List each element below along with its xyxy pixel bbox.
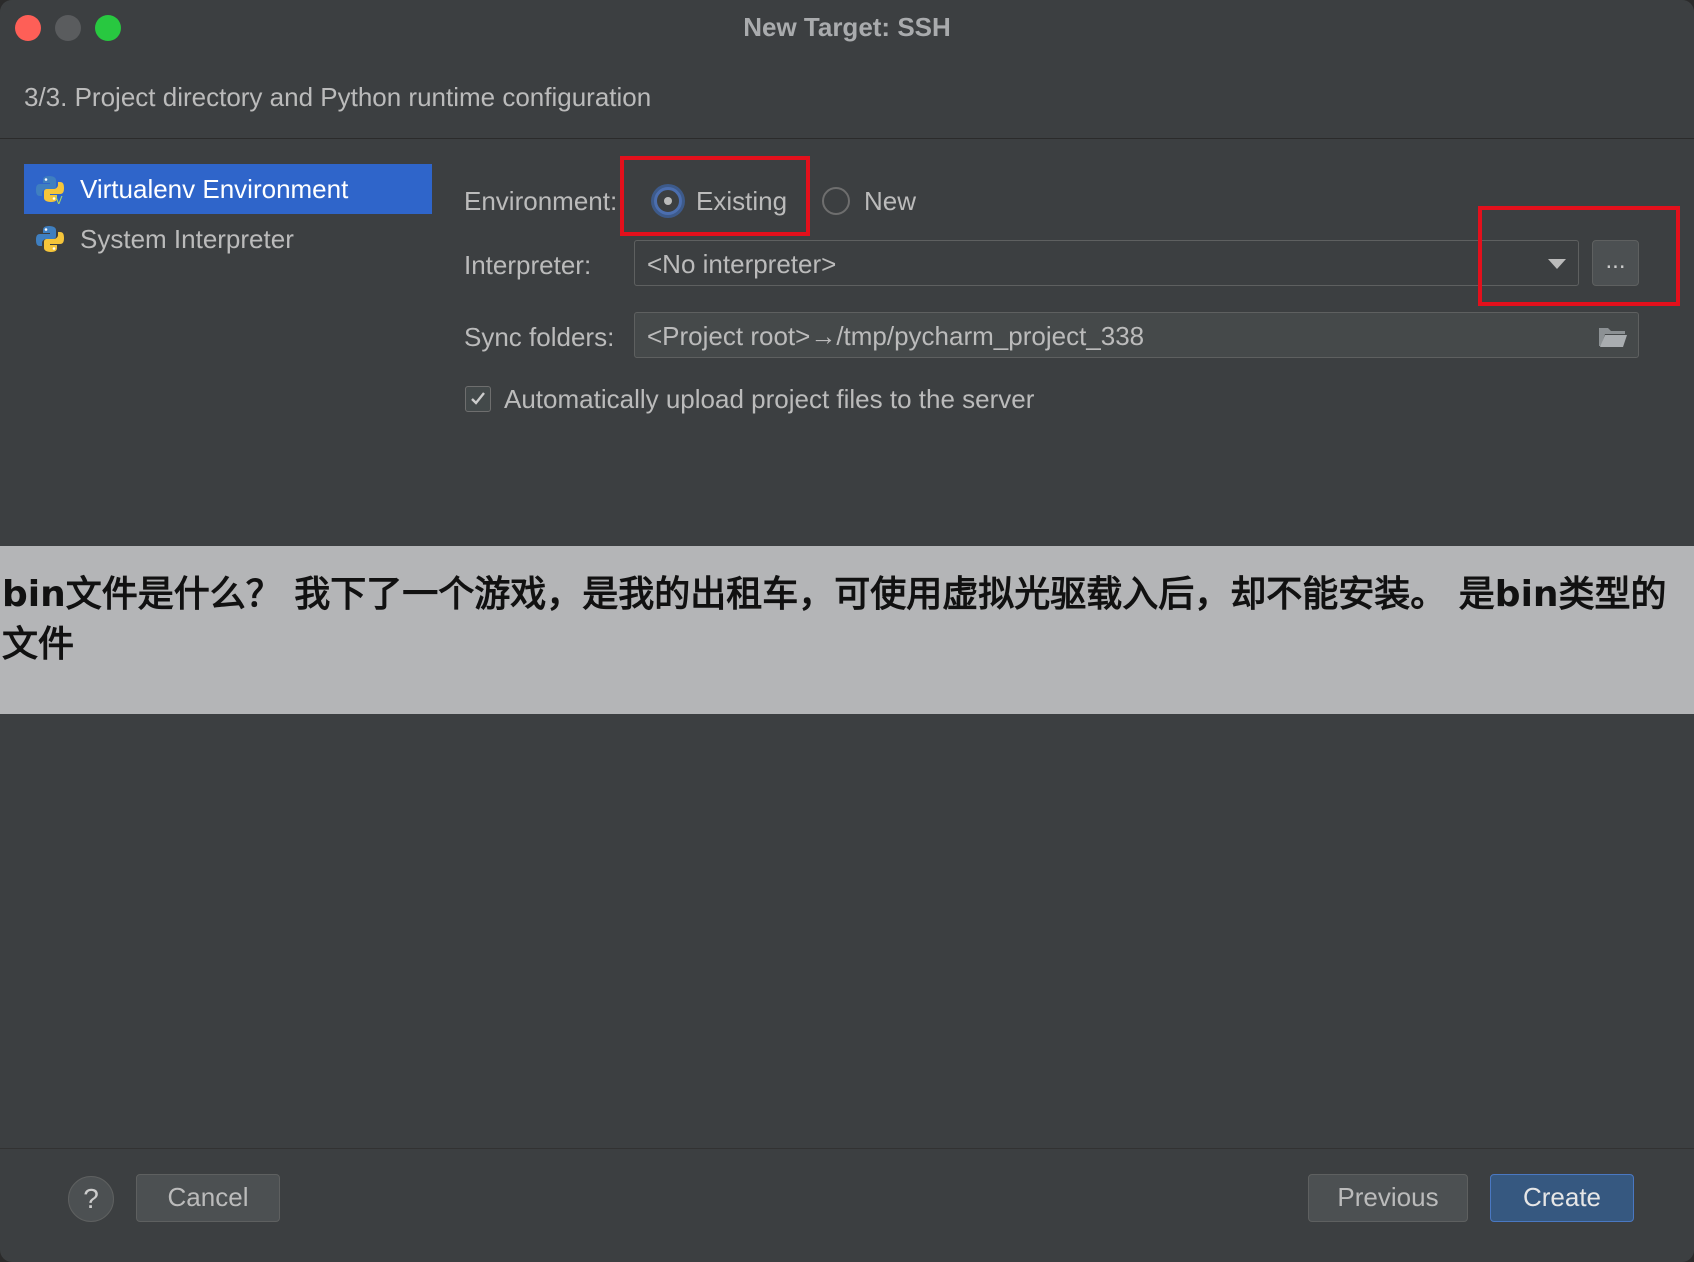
create-button[interactable]: Create	[1490, 1174, 1634, 1222]
python-icon	[36, 226, 64, 252]
interpreter-value: <No interpreter>	[647, 249, 837, 279]
title-bar: New Target: SSH	[0, 0, 1694, 56]
sync-folders-label: Sync folders:	[464, 322, 615, 352]
footer-divider	[0, 1148, 1694, 1149]
new-radio-label[interactable]: New	[864, 186, 916, 217]
environment-type-list: V Virtualenv Environment System Interpre…	[24, 164, 432, 264]
env-item-virtualenv[interactable]: V Virtualenv Environment	[24, 164, 432, 214]
env-item-label: Virtualenv Environment	[80, 173, 349, 204]
interpreter-dropdown[interactable]: <No interpreter>	[634, 240, 1579, 286]
help-button[interactable]: ?	[68, 1176, 114, 1222]
dialog-window: New Target: SSH 3/3. Project directory a…	[0, 0, 1694, 1262]
auto-upload-checkbox[interactable]	[465, 386, 491, 412]
caption-banner: bin文件是什么？ 我下了一个游戏，是我的出租车，可使用虚拟光驱载入后，却不能安…	[0, 546, 1694, 714]
cancel-button[interactable]: Cancel	[136, 1174, 280, 1222]
sync-folders-field[interactable]: <Project root>→/tmp/pycharm_project_338	[634, 312, 1639, 358]
header-divider	[0, 138, 1694, 139]
caption-text: bin文件是什么？ 我下了一个游戏，是我的出租车，可使用虚拟光驱载入后，却不能安…	[2, 570, 1692, 670]
interpreter-label: Interpreter:	[464, 250, 592, 280]
highlight-box-browse	[1478, 206, 1680, 306]
window-title: New Target: SSH	[743, 12, 951, 42]
highlight-box-existing	[620, 156, 810, 236]
new-radio[interactable]	[822, 187, 850, 215]
caption-line: bin文件是什么？ 我下了一个游戏，是我的出租车，可使用虚拟光驱载入后，却不能安…	[2, 574, 1667, 615]
folder-icon[interactable]	[1598, 324, 1628, 348]
env-item-system-interpreter[interactable]: System Interpreter	[24, 214, 432, 264]
auto-upload-label[interactable]: Automatically upload project files to th…	[504, 384, 1034, 415]
environment-label: Environment:	[464, 186, 618, 216]
checkmark-icon	[471, 392, 485, 405]
caption-line: 文件	[2, 624, 75, 665]
env-item-label: System Interpreter	[80, 223, 294, 254]
svg-text:V: V	[55, 194, 63, 205]
sync-folders-value: <Project root>→/tmp/pycharm_project_338	[647, 321, 1145, 351]
step-header: 3/3. Project directory and Python runtim…	[24, 82, 652, 112]
previous-button[interactable]: Previous	[1308, 1174, 1468, 1222]
python-virtualenv-icon: V	[36, 176, 64, 205]
